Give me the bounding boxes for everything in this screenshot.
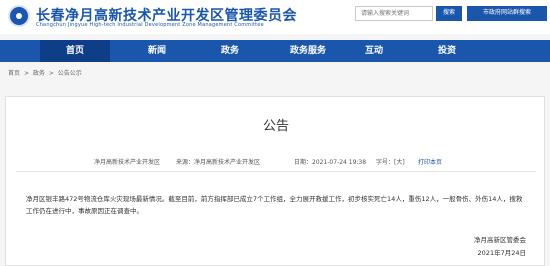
nav-item-home[interactable]: 首页 [40,40,110,62]
site-subtitle: Changchun Jingyue High-tech Industrial D… [36,22,264,28]
article-date: 日期：2021-07-24 19:38 [294,159,367,166]
print-link[interactable]: 打印本页 [418,157,442,166]
signature-org: 净月高新区管委会 [474,236,526,244]
article-panel: 公告 净月高新技术产业开发区 来源：净月高新技术产业开发区 日期：2021-07… [5,96,545,266]
breadcrumb: 首页 > 政务 > 公告公示 [8,68,84,80]
signature-date: 2021年7月24日 [477,249,526,257]
article-source: 来源：净月高新技术产业开发区 [176,159,261,166]
nav-item-government[interactable]: 政务 [206,40,254,62]
nav-item-news[interactable]: 新闻 [133,40,181,62]
emblem-icon[interactable] [8,5,30,27]
site-header: 长春净月高新技术产业开发区管理委员会 Changchun Jingyue Hig… [0,0,550,34]
divider [16,171,536,172]
search-button[interactable]: 搜索 [436,6,462,21]
breadcrumb-current[interactable]: 公告公示 [58,70,82,77]
breadcrumb-separator: > [23,70,29,77]
site-group-search-button[interactable]: 市政府网站群搜索 [467,6,547,21]
article-title: 公告 [262,119,289,134]
article-source-org: 净月高新技术产业开发区 [94,159,161,166]
nav-item-interaction[interactable]: 互动 [350,40,398,62]
font-size-control[interactable]: 字号：[大] [376,157,405,166]
article-body: 净月区银丰路472号物流仓库火灾现场最新情况。截至目前，前方指挥部已成立7个工作… [26,195,523,215]
breadcrumb-home[interactable]: 首页 [8,70,20,77]
breadcrumb-government[interactable]: 政务 [33,70,45,77]
search-input[interactable] [355,6,433,21]
nav-item-gov-services[interactable]: 政务服务 [278,40,338,62]
breadcrumb-separator: > [48,70,54,77]
nav-item-investment[interactable]: 投资 [423,40,471,62]
main-nav: 首页 新闻 政务 政务服务 互动 投资 [0,40,550,62]
